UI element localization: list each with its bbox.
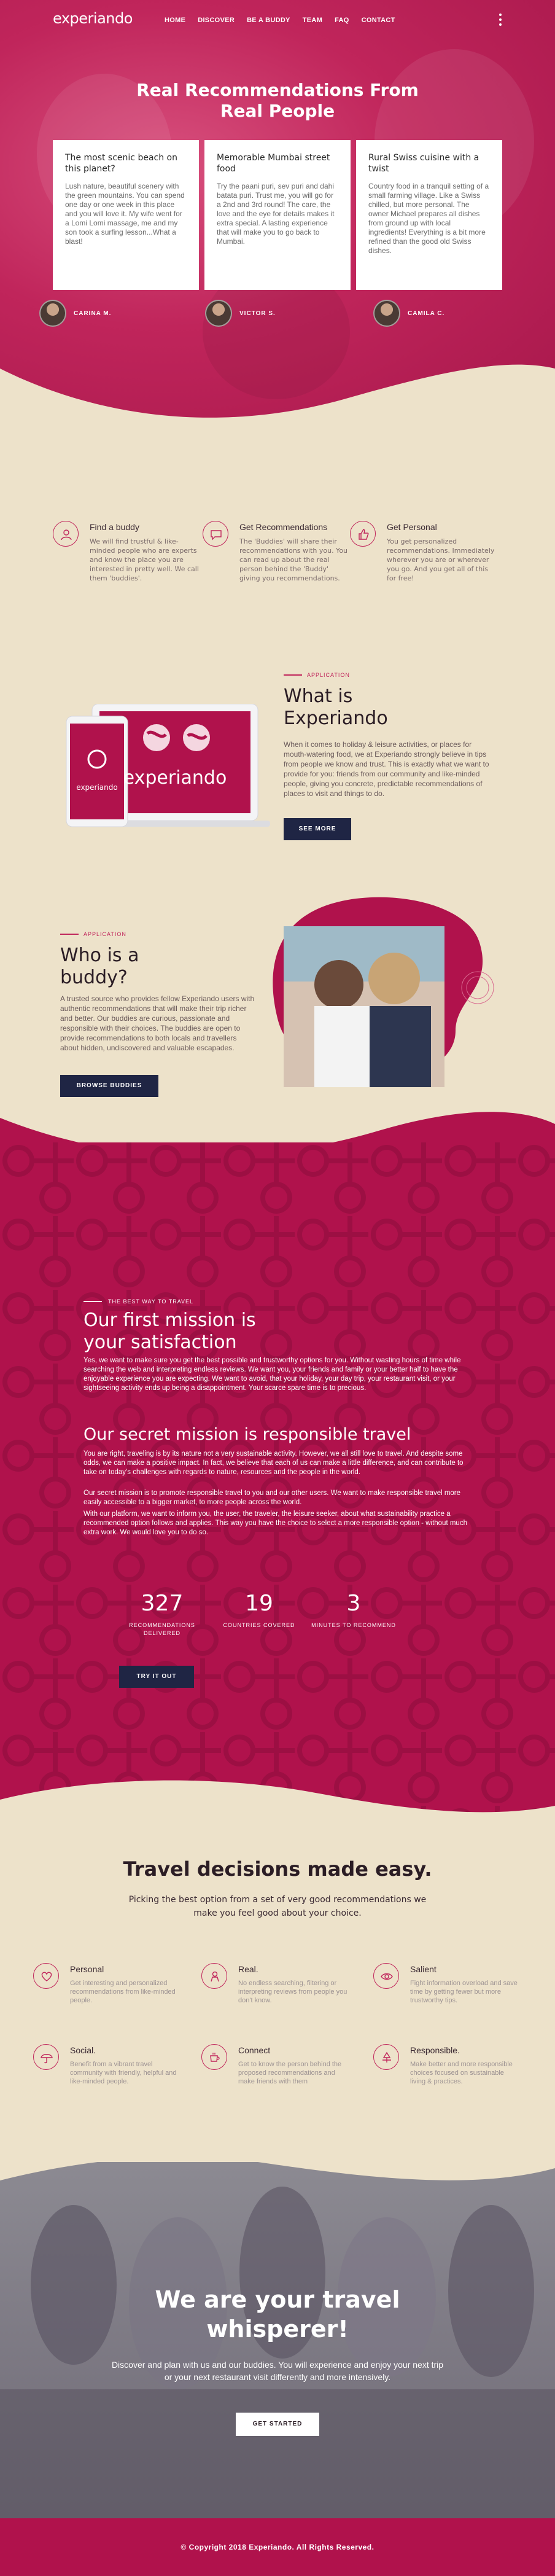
decision-title: Responsible. [410, 2045, 460, 2055]
author-name: VICTOR S. [239, 310, 276, 317]
what-eyebrow: APPLICATION [284, 672, 350, 678]
cup-icon [201, 2044, 227, 2070]
avatar [205, 300, 232, 327]
whisperer-title: We are your travel whisperer! [155, 2286, 400, 2343]
decision-title: Real. [238, 1964, 258, 1974]
mission-section [0, 1142, 555, 1818]
stat-number: 327 [141, 1591, 184, 1616]
recommendation-card[interactable]: Memorable Mumbai street food Try the paa… [204, 140, 351, 290]
stat-countries: 19 COUNTRIES COVERED [216, 1591, 302, 1630]
nav-item-discover[interactable]: DISCOVER [198, 17, 235, 24]
mission-text-3: Our secret mission is to promote respons… [83, 1489, 461, 1506]
recommendation-title: Memorable Mumbai street food [217, 153, 330, 174]
feature-text: We will find trustful & like-minded peop… [90, 537, 199, 582]
device-mockup: experiando experiando [66, 704, 270, 827]
umbrella-icon [33, 2044, 59, 2070]
recommendation-title: The most scenic beach on this planet? [65, 153, 177, 174]
decision-title: Personal [70, 1964, 104, 1974]
what-title: What is Experiando [284, 685, 388, 729]
pattern-background [0, 1142, 555, 1818]
recommendation-title: Rural Swiss cuisine with a twist [368, 153, 479, 174]
eye-icon [373, 1963, 399, 1989]
avatar [39, 300, 66, 327]
page: experiando HOME DISCOVER BE A BUDDY TEAM… [0, 0, 555, 2576]
stat-number: 3 [346, 1591, 361, 1616]
decision-title: Salient [410, 1964, 437, 1974]
nav-item-team[interactable]: TEAM [303, 17, 322, 24]
mission-title-1: Our first mission is your satisfaction [83, 1309, 256, 1353]
whisperer-text: Discover and plan with us and our buddie… [111, 2360, 444, 2382]
nav-menu: HOME DISCOVER BE A BUDDY TEAM FAQ CONTAC… [165, 17, 395, 24]
decision-title: Social. [70, 2045, 96, 2055]
more-menu-icon[interactable] [499, 14, 502, 28]
mission-eyebrow: THE BEST WAY TO TRAVEL [83, 1298, 193, 1305]
logo[interactable]: experiando [53, 10, 133, 27]
recommendation-text: Try the paani puri, sev puri and dahi ba… [217, 182, 335, 246]
chat-icon [203, 521, 228, 547]
buddy-icon [53, 521, 79, 547]
nav-item-faq[interactable]: FAQ [335, 17, 349, 24]
mission-text-4: With our platform, we want to inform you… [83, 1510, 467, 1536]
nav-item-contact[interactable]: CONTACT [362, 17, 395, 24]
decision-text: Fight information overload and save time… [410, 1980, 518, 2004]
mission-title-2: Our secret mission is responsible travel [83, 1425, 411, 1444]
feature-title: Get Recommendations [239, 522, 328, 532]
copyright-text: © Copyright 2018 Experiando. All Rights … [180, 2543, 375, 2551]
decision-title: Connect [238, 2045, 271, 2055]
stat-label: MINUTES TO RECOMMEND [311, 1622, 396, 1628]
recommendation-text: Country food in a tranquil setting of a … [368, 182, 489, 255]
who-text: A trusted source who provides fellow Exp… [60, 994, 255, 1052]
stat-minutes: 3 MINUTES TO RECOMMEND [311, 1591, 397, 1630]
avatar [373, 300, 400, 327]
mission-text-2: You are right, traveling is by its natur… [83, 1450, 464, 1476]
recycle-icon [373, 2044, 399, 2070]
hero-wave [0, 364, 555, 436]
person-icon [201, 1963, 227, 1989]
feature-title: Find a buddy [90, 522, 139, 532]
decisions-title: Travel decisions made easy. [123, 1857, 432, 1881]
nav-item-home[interactable]: HOME [165, 17, 185, 24]
like-icon [350, 521, 376, 547]
stat-label: COUNTRIES COVERED [223, 1622, 295, 1628]
device-logo: experiando [123, 767, 227, 789]
feature-title: Get Personal [387, 522, 437, 532]
feature-text: You get personalized recommendations. Im… [387, 537, 495, 582]
who-title: Who is a buddy? [60, 945, 139, 988]
recommendation-card[interactable]: The most scenic beach on this planet? Lu… [53, 140, 199, 290]
author-name: CARINA M. [74, 310, 112, 317]
mission-bottom-wave [0, 1780, 555, 1830]
whisperer-top-wave [0, 2137, 555, 2180]
author: VICTOR S. [205, 300, 276, 327]
decision-text: Get to know the person behind the propos… [238, 2061, 342, 2085]
buddy-photo [273, 897, 494, 1087]
stat-recommendations: 327 RECOMMENDATIONS DELIVERED [119, 1591, 205, 1637]
who-eyebrow: APPLICATION [60, 931, 126, 937]
feature-text: The 'Buddies' will share their recommend… [239, 537, 348, 582]
decision-text: Get interesting and personalized recomme… [70, 1980, 176, 2004]
what-text: When it comes to holiday & leisure activ… [284, 740, 489, 798]
decision-text: Make better and more responsible choices… [410, 2061, 513, 2085]
hero-title: Real Recommendations From Real People [136, 80, 419, 121]
get-started-button[interactable]: GET STARTED [236, 2413, 319, 2436]
author: CARINA M. [39, 300, 111, 327]
see-more-button[interactable]: SEE MORE [284, 818, 351, 840]
decision-text: Benefit from a vibrant travel community … [70, 2061, 177, 2085]
footer: © Copyright 2018 Experiando. All Rights … [0, 2518, 555, 2576]
device-logo-small: experiando [76, 783, 117, 792]
heart-icon [33, 1963, 59, 1989]
recommendation-text: Lush nature, beautiful scenery with the … [65, 182, 185, 246]
author: CAMILA C. [373, 300, 444, 327]
stat-label: RECOMMENDATIONS DELIVERED [129, 1622, 195, 1636]
recommendation-card[interactable]: Rural Swiss cuisine with a twist Country… [356, 140, 502, 290]
top-nav: experiando HOME DISCOVER BE A BUDDY TEAM… [0, 0, 555, 42]
stat-number: 19 [245, 1591, 273, 1616]
decisions-subtitle: Picking the best option from a set of ve… [128, 1895, 427, 1918]
mission-text-1: Yes, we want to make sure you get the be… [83, 1357, 461, 1392]
nav-item-be-a-buddy[interactable]: BE A BUDDY [247, 17, 290, 24]
author-name: CAMILA C. [408, 310, 445, 317]
decision-text: No endless searching, filtering or inter… [238, 1980, 347, 2004]
try-it-out-button[interactable]: TRY IT OUT [119, 1666, 194, 1688]
